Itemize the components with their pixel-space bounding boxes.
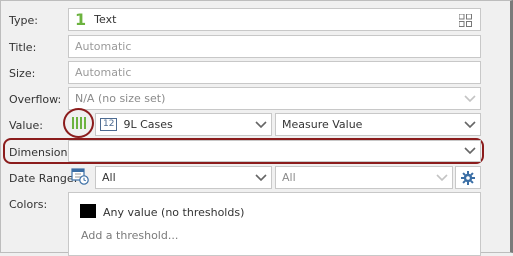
measure-dropdown[interactable]: 12 9L Cases xyxy=(95,113,272,136)
colors-label: Colors: xyxy=(9,198,48,211)
overflow-label: Overflow: xyxy=(9,93,62,106)
dimension-label: Dimension: xyxy=(9,146,72,159)
text-type-number-icon: 1 xyxy=(75,10,87,29)
value-kind: Measure Value xyxy=(282,118,363,131)
add-threshold-link[interactable]: Add a threshold... xyxy=(81,229,178,242)
chevron-down-icon xyxy=(464,94,476,102)
chevron-down-icon xyxy=(436,173,448,181)
chevron-down-icon xyxy=(255,120,267,128)
overflow-value: N/A (no size set) xyxy=(75,92,166,105)
type-value: Text xyxy=(94,13,117,26)
date-range-second-dropdown[interactable]: All xyxy=(275,166,453,189)
dimension-dropdown[interactable] xyxy=(68,140,481,162)
value-kind-dropdown[interactable]: Measure Value xyxy=(275,113,481,136)
date-range-first-dropdown[interactable]: All xyxy=(95,166,272,189)
threshold-color-swatch[interactable] xyxy=(80,204,96,218)
chevron-down-icon xyxy=(255,173,267,181)
bars-icon-highlight xyxy=(63,108,94,138)
date-range-second-value: All xyxy=(282,171,296,184)
chevron-down-icon xyxy=(464,147,476,154)
chevron-down-icon xyxy=(464,120,476,128)
measure-value: 9L Cases xyxy=(123,118,173,131)
title-input[interactable]: Automatic xyxy=(68,35,481,58)
size-placeholder: Automatic xyxy=(75,66,132,79)
date-settings-button[interactable] xyxy=(455,166,481,189)
title-placeholder: Automatic xyxy=(75,40,132,53)
title-label: Title: xyxy=(9,41,37,54)
threshold-text: Any value (no thresholds) xyxy=(103,206,245,219)
value-label: Value: xyxy=(9,119,43,132)
size-label: Size: xyxy=(9,67,36,80)
calendar-clock-icon[interactable] xyxy=(71,167,89,185)
colors-panel: Any value (no thresholds) Add a threshol… xyxy=(68,192,481,256)
size-input[interactable]: Automatic xyxy=(68,61,481,84)
grid-icon[interactable] xyxy=(458,13,472,27)
numeric-badge-icon: 12 xyxy=(100,118,118,131)
gear-icon xyxy=(461,170,475,185)
type-label: Type: xyxy=(9,14,38,27)
date-range-first-value: All xyxy=(102,171,116,184)
type-selector[interactable]: 1 Text xyxy=(68,8,481,31)
overflow-dropdown[interactable]: N/A (no size set) xyxy=(68,87,481,110)
date-range-label: Date Range: xyxy=(9,172,78,185)
